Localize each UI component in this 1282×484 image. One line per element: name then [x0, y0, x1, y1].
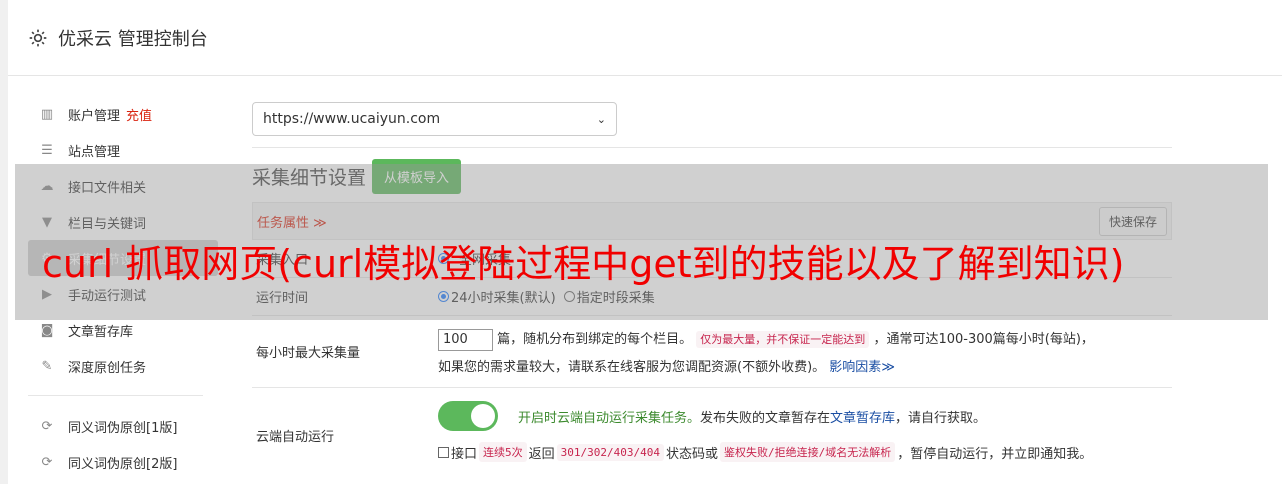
max-per-hour-input[interactable]: 100 — [438, 328, 493, 351]
refresh-icon: ⟳ — [41, 418, 53, 434]
sidebar-item-label: 同义词伪原创[1版] — [68, 420, 178, 436]
sidebar-item-synonym-v2[interactable]: ⟳ 同义词伪原创[2版] — [28, 444, 218, 480]
info-text: ，暂停自动运行，并立即通知我。 — [897, 446, 1093, 462]
max-note-code: 仅为最大量，并不保证一定能达到 — [696, 331, 870, 348]
page-title: 优采云 管理控制台 — [58, 28, 208, 50]
cloud-auto-toggle[interactable] — [438, 401, 498, 431]
sidebar-item-synonym-v1[interactable]: ⟳ 同义词伪原创[1版] — [28, 408, 218, 444]
code-text: 鉴权失败/拒绝连接/域名无法解析 — [720, 442, 896, 462]
server-icon: ☰ — [41, 142, 53, 158]
refresh-icon: ⟳ — [41, 454, 53, 470]
info-text: 返回 — [528, 446, 555, 462]
info-text: 状态码或 — [666, 446, 719, 462]
page-header: 优采云 管理控制台 — [8, 0, 1282, 76]
article-store-link[interactable]: 文章暂存库 — [830, 411, 895, 426]
sidebar-item-label: 账户管理 — [68, 108, 121, 124]
row-label: 每小时最大采集量 — [256, 346, 361, 361]
bar-chart-icon: ▥ — [40, 106, 54, 122]
sidebar-item-account[interactable]: ▥ 账户管理 充值 — [28, 96, 218, 132]
site-url-value: https://www.ucaiyun.com — [263, 111, 441, 127]
divider — [252, 147, 1172, 148]
row-cloud-auto: 云端自动运行 开启时云端自动运行采集任务。发布失败的文章暂存在文章暂存库，请自行… — [252, 388, 1172, 478]
row-label: 云端自动运行 — [256, 430, 335, 445]
info-text: ，请自行获取。 — [895, 410, 987, 426]
gear-icon — [29, 29, 47, 46]
row-max-per-hour: 每小时最大采集量 100 篇，随机分布到绑定的每个栏目。 仅为最大量，并不保证一… — [252, 316, 1172, 388]
code-text: 301/302/403/404 — [556, 443, 664, 461]
sidebar-item-deep-original[interactable]: ✎ 深度原创任务 — [28, 348, 218, 384]
info-text: 接口 — [451, 446, 478, 462]
edit-icon: ✎ — [41, 358, 53, 374]
database-icon: ◙ — [40, 322, 54, 338]
info-text: 发布失败的文章暂存在 — [700, 410, 831, 426]
sidebar-item-label: 同义词伪原创[2版] — [68, 456, 178, 472]
toggle-desc: 开启时云端自动运行采集任务。 — [518, 410, 701, 426]
info-text: ，通常可达100-300篇每小时(每站)， — [873, 332, 1094, 347]
chevron-down-icon: ≫ — [881, 360, 895, 375]
sidebar-item-sites[interactable]: ☰ 站点管理 — [28, 132, 218, 168]
site-url-select[interactable]: https://www.ucaiyun.com ⌄ — [252, 102, 617, 136]
sidebar-item-label: 深度原创任务 — [68, 360, 147, 376]
factors-link[interactable]: 影响因素 — [829, 360, 881, 375]
info-text: 如果您的需求量较大，请联系在线客服为您调配资源(不额外收费)。 — [438, 360, 826, 375]
recharge-link[interactable]: 充值 — [126, 105, 152, 124]
sidebar-divider — [28, 384, 203, 396]
info-text: 篇，随机分布到绑定的每个栏目。 — [497, 332, 693, 347]
pause-notify-checkbox[interactable] — [438, 446, 449, 458]
chevron-down-icon: ⌄ — [596, 112, 606, 126]
overlay-title: curl 抓取网页(curl模拟登陆过程中get到的技能以及了解到知识) — [42, 242, 1125, 286]
sidebar-item-label: 站点管理 — [68, 144, 121, 160]
code-text: 连续5次 — [479, 442, 527, 462]
sidebar-item-label: 文章暂存库 — [68, 324, 134, 340]
